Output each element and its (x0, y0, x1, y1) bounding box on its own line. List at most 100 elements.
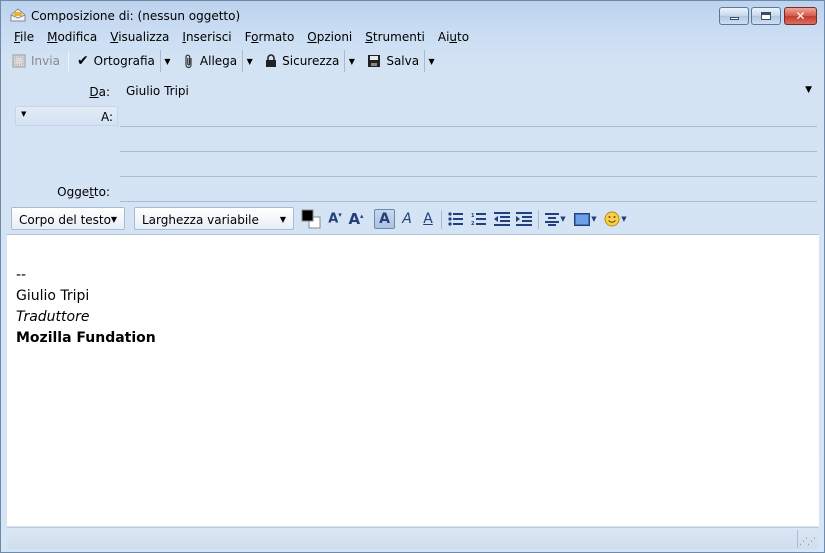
send-label: Invia (31, 54, 60, 68)
font-select[interactable]: Larghezza variabile ▼ (134, 207, 294, 230)
signature-separator: -- (16, 267, 27, 283)
address-header: Da: Giulio Tripi ▼ ▼ A: Oggetto: (7, 76, 818, 206)
recipient-input-3[interactable] (120, 176, 817, 177)
menu-opzioni[interactable]: Opzioni (300, 29, 358, 47)
window-title: Composizione di: (nessun oggetto) (31, 9, 241, 23)
title-bar: Composizione di: (nessun oggetto) ✕ (1, 1, 824, 30)
chevron-down-icon: ▼ (805, 85, 812, 95)
bold-icon: A (379, 211, 390, 227)
emoticon-button[interactable]: ▼ (602, 209, 629, 229)
status-bar: ⋰⋰ (7, 527, 818, 549)
minimize-icon (729, 17, 739, 20)
paperclip-icon (185, 54, 192, 68)
font-smaller-button[interactable]: A▾ (327, 209, 343, 229)
format-toolbar: Corpo del testo ▼ Larghezza variabile ▼ … (7, 206, 818, 233)
menu-strumenti[interactable]: Strumenti (358, 29, 431, 47)
numbered-list-icon: 1 2 (471, 213, 486, 226)
bullet-list-button[interactable] (447, 209, 465, 229)
recipient-input-2[interactable] (120, 151, 817, 152)
signature-role: Traduttore (16, 309, 90, 325)
save-label: Salva (386, 54, 420, 68)
chevron-down-icon: ▼ (591, 215, 597, 223)
subject-label: Oggetto: (57, 185, 110, 199)
italic-button[interactable]: A (399, 209, 415, 229)
from-select[interactable]: Giulio Tripi ▼ (119, 79, 818, 101)
svg-text:2: 2 (471, 221, 475, 226)
chevron-down-icon: ▼ (621, 215, 627, 223)
spelling-label: Ortografia (93, 54, 155, 68)
subject-input[interactable] (120, 201, 817, 202)
recipient-type-select[interactable]: ▼ A: (15, 106, 118, 126)
close-button[interactable]: ✕ (784, 7, 817, 25)
menu-inserisci[interactable]: Inserisci (175, 29, 237, 47)
attach-dropdown[interactable]: ▼ (242, 50, 256, 72)
smiley-icon (604, 211, 620, 227)
font-value: Larghezza variabile (142, 213, 259, 227)
chevron-down-icon: ▼ (110, 215, 117, 224)
maximize-icon (761, 12, 771, 20)
security-button[interactable]: Sicurezza (260, 50, 344, 72)
signature-name: Giulio Tripi (16, 288, 90, 304)
paragraph-style-select[interactable]: Corpo del testo ▼ (11, 207, 125, 230)
menu-modifica[interactable]: Modifica (40, 29, 103, 47)
attach-label: Allega (199, 54, 238, 68)
checkmark-icon: ✔ (76, 53, 89, 69)
maximize-button[interactable] (751, 7, 781, 25)
compose-toolbar: Invia ✔ Ortografia ▼ Allega ▼ Sicurezza … (7, 49, 442, 73)
underline-button[interactable]: A (420, 209, 436, 229)
resize-grip-icon[interactable]: ⋰⋰ (799, 537, 816, 547)
chevron-down-icon: ▼ (428, 56, 435, 66)
font-larger-button[interactable]: A▴ (347, 209, 365, 229)
send-button[interactable]: Invia (7, 50, 65, 72)
lock-icon (266, 54, 277, 67)
svg-text:1: 1 (471, 213, 475, 219)
message-body[interactable]: -- Giulio Tripi Traduttore Mozilla Funda… (7, 234, 819, 526)
underline-icon: A (423, 211, 433, 227)
paragraph-style-value: Corpo del testo (19, 213, 111, 227)
outdent-button[interactable] (493, 209, 511, 229)
format-separator (538, 210, 539, 229)
menu-aiuto[interactable]: Aiuto (431, 29, 475, 47)
align-center-icon (545, 212, 560, 226)
spelling-button[interactable]: ✔ Ortografia (72, 50, 160, 72)
chevron-down-icon: ▼ (21, 110, 27, 118)
menu-visualizza[interactable]: Visualizza (103, 29, 175, 47)
compose-window: Composizione di: (nessun oggetto) ✕ File… (0, 0, 825, 553)
toolbar-separator (67, 51, 69, 71)
security-dropdown[interactable]: ▼ (344, 50, 358, 72)
chevron-down-icon: ▼ (246, 56, 253, 66)
security-label: Sicurezza (282, 54, 340, 68)
bullet-list-icon (448, 212, 463, 226)
menu-bar: File Modifica Visualizza Inserisci Forma… (7, 29, 475, 47)
signature: -- Giulio Tripi Traduttore Mozilla Funda… (16, 265, 156, 349)
recipient-input-1[interactable] (120, 126, 817, 127)
close-icon: ✕ (795, 9, 806, 23)
chevron-down-icon: ▼ (560, 215, 566, 223)
font-smaller-icon: A▾ (328, 211, 342, 227)
menu-formato[interactable]: Formato (238, 29, 301, 47)
image-icon (574, 212, 591, 226)
insert-object-button[interactable]: ▼ (572, 209, 599, 229)
text-color-button[interactable] (301, 209, 321, 229)
indent-button[interactable] (515, 209, 533, 229)
chevron-down-icon: ▼ (348, 56, 355, 66)
status-divider (797, 530, 798, 548)
save-dropdown[interactable]: ▼ (424, 50, 438, 72)
color-swatch-icon (301, 209, 321, 229)
from-label: Da: (89, 85, 110, 99)
numbered-list-button[interactable]: 1 2 (470, 209, 488, 229)
signature-organization: Mozilla Fundation (16, 330, 156, 346)
bold-button[interactable]: A (374, 209, 395, 229)
minimize-button[interactable] (719, 7, 749, 25)
attach-button[interactable]: Allega (178, 50, 242, 72)
indent-icon (516, 212, 532, 226)
align-button[interactable]: ▼ (543, 209, 568, 229)
spelling-dropdown[interactable]: ▼ (159, 50, 174, 72)
menu-file[interactable]: File (7, 29, 40, 47)
chevron-down-icon: ▼ (164, 56, 171, 66)
italic-icon: A (402, 211, 412, 227)
app-icon (10, 8, 26, 22)
outdent-icon (494, 212, 510, 226)
send-icon (12, 54, 26, 68)
save-button[interactable]: Salva (362, 50, 424, 72)
